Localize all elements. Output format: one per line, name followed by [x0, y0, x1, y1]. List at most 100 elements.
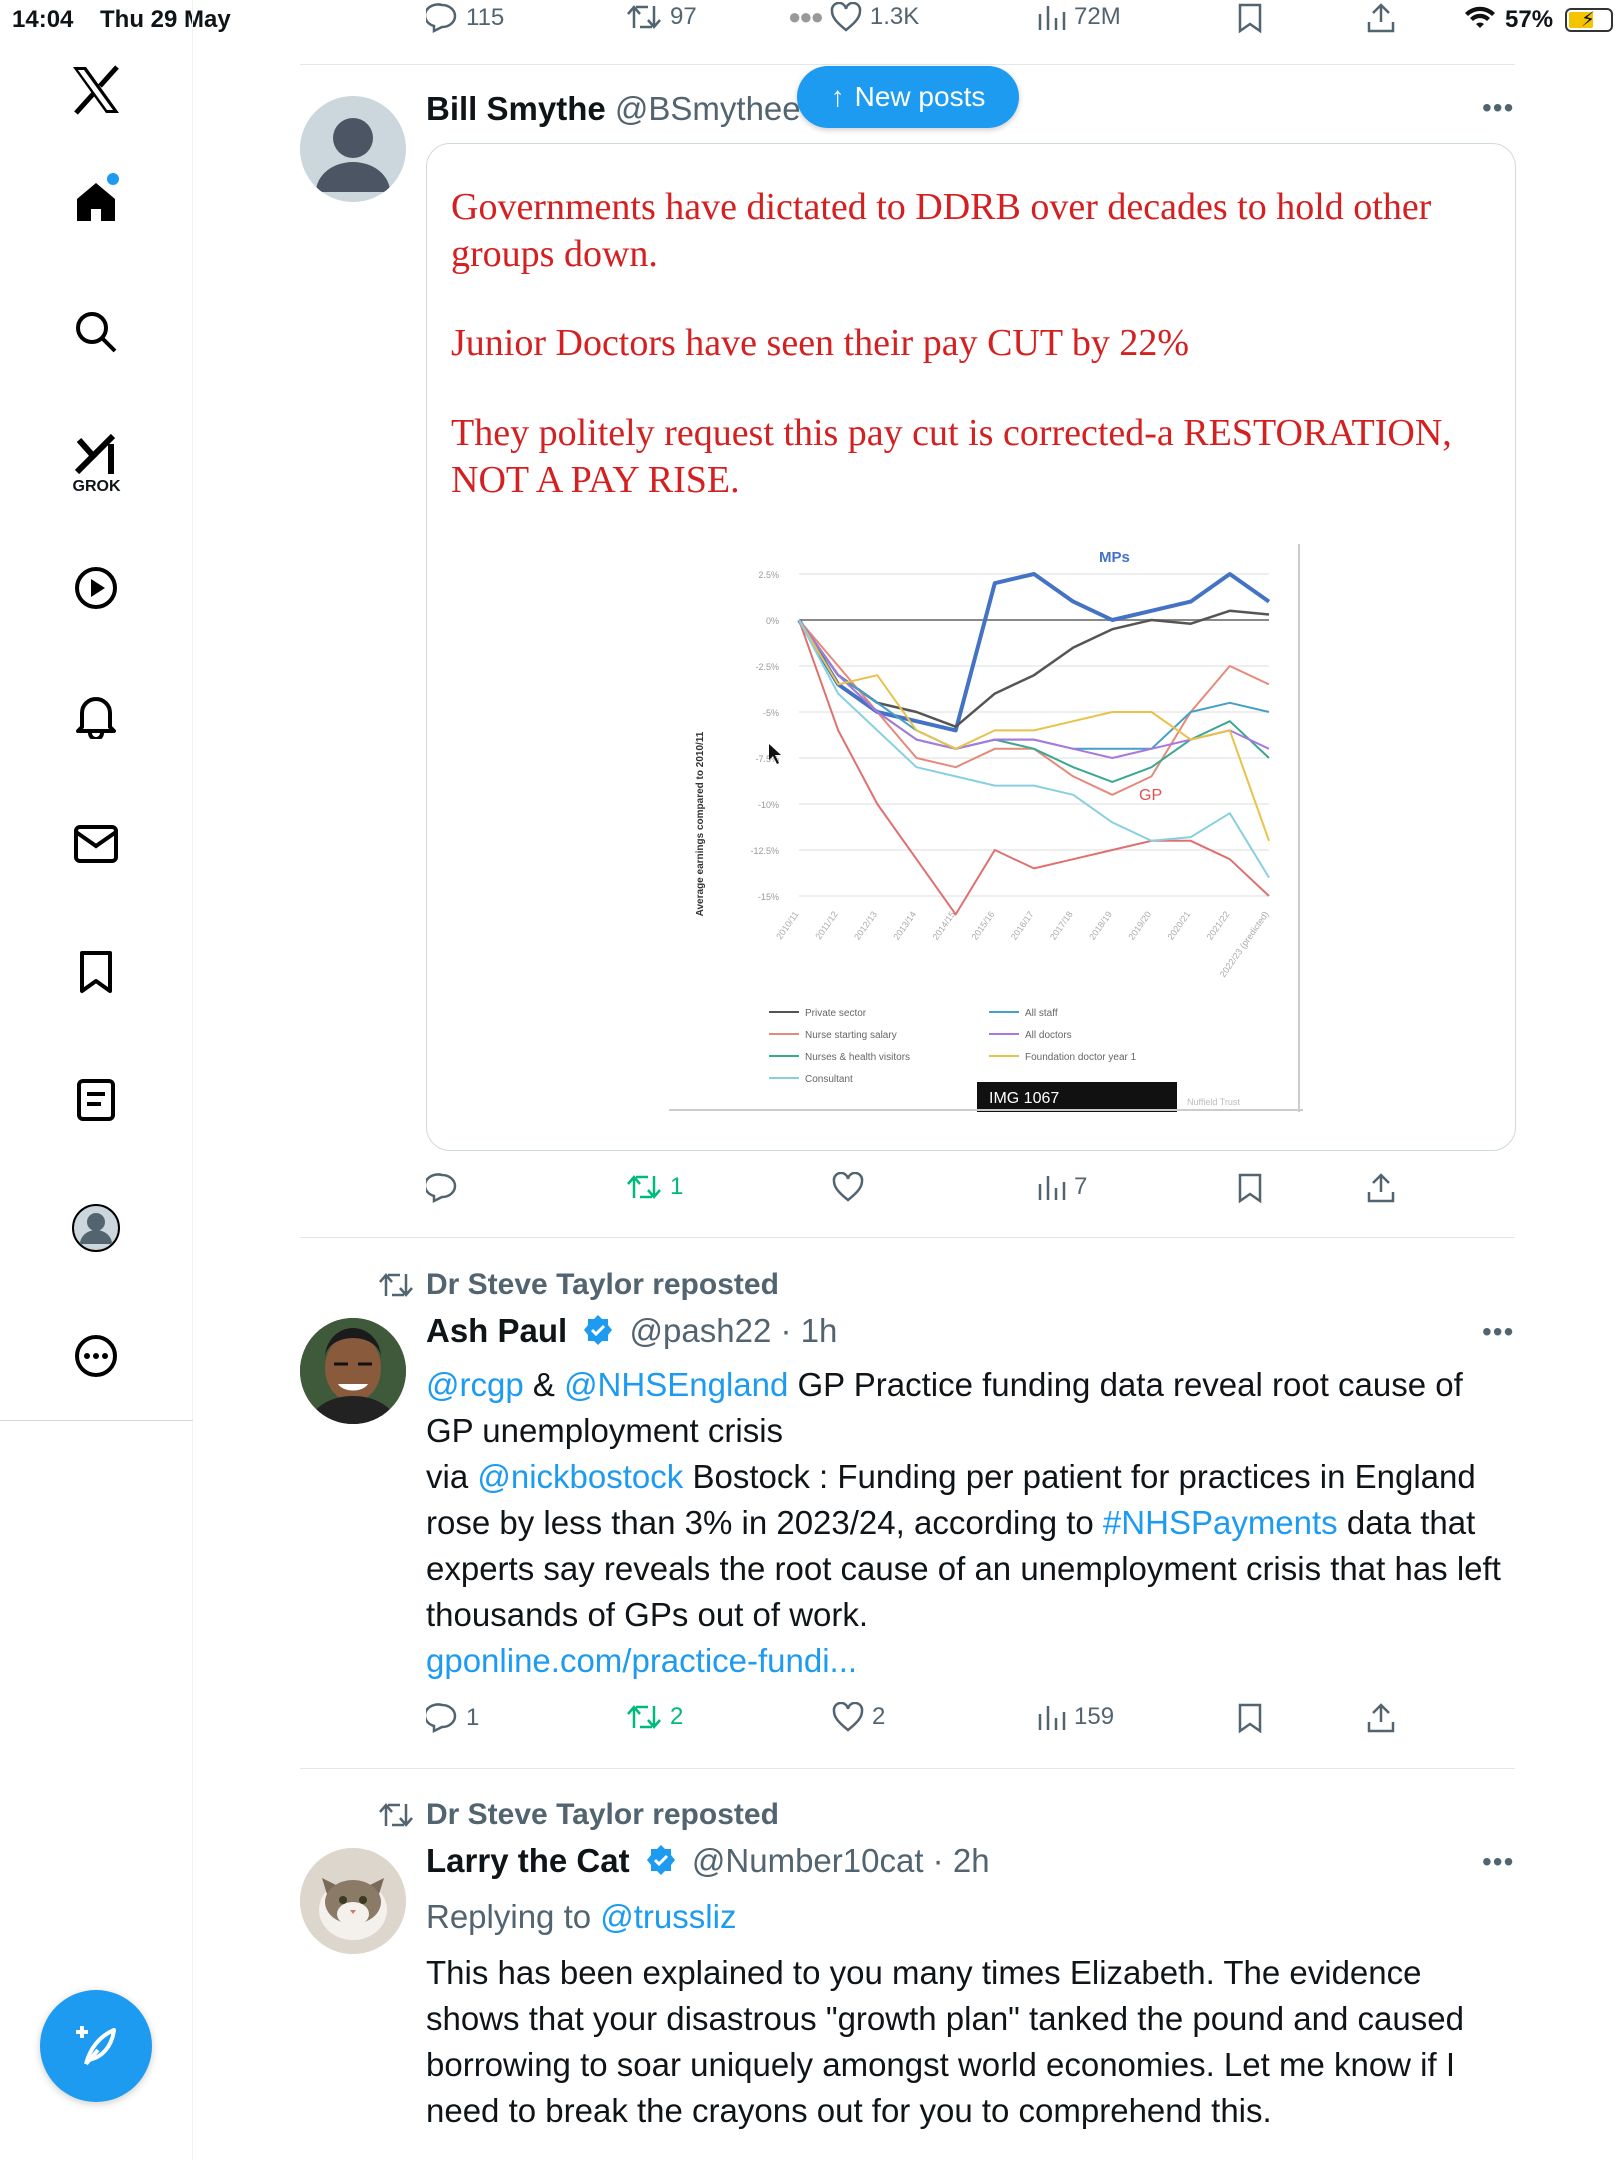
- reply-count: 1: [466, 1704, 480, 1731]
- more-options-button[interactable]: •••: [1482, 92, 1514, 124]
- reposted-by-label: Dr Steve Taylor reposted: [426, 1268, 779, 1301]
- share-upload-icon: [1367, 1173, 1395, 1203]
- reply-count: 115: [466, 4, 505, 31]
- x-logo-icon[interactable]: [66, 60, 126, 120]
- bookmarks-icon[interactable]: [66, 942, 126, 1002]
- like-button[interactable]: [832, 1172, 864, 1202]
- reply-button[interactable]: 115: [426, 2, 504, 34]
- url-link[interactable]: gponline.com/practice-fundi...: [426, 1642, 857, 1679]
- repost-indicator[interactable]: Dr Steve Taylor reposted: [378, 1268, 779, 1302]
- author-display-name[interactable]: Ash Paul: [426, 1312, 567, 1349]
- x-tick-label: 2021/22: [1205, 909, 1232, 941]
- like-count: 1.3K: [869, 3, 920, 30]
- image-text-line-2: Junior Doctors have seen their pay CUT b…: [451, 322, 1190, 364]
- x-tick-label: 2014/15: [930, 909, 957, 941]
- legend-label: Private sector: [805, 1008, 867, 1019]
- tweet-text: This has been explained to you many time…: [426, 1954, 1464, 2129]
- bookmark-button[interactable]: [1236, 1172, 1264, 1204]
- y-tick-label: -2.5%: [755, 662, 779, 672]
- wifi-icon: [1464, 4, 1496, 39]
- x-tick-label: 2013/14: [891, 909, 918, 941]
- share-upload-icon: [1367, 1703, 1395, 1733]
- share-button[interactable]: [1366, 1172, 1396, 1204]
- grok-icon[interactable]: [66, 424, 126, 484]
- more-options-button[interactable]: •••: [1482, 1846, 1514, 1878]
- reposted-by-label: Dr Steve Taylor reposted: [426, 1798, 779, 1831]
- image-text-line-3: They politely request this pay cut is co…: [451, 412, 1452, 501]
- compose-post-button[interactable]: [40, 1990, 152, 2102]
- repost-button[interactable]: 1: [626, 1172, 683, 1202]
- profile-avatar-icon[interactable]: [66, 1198, 126, 1258]
- series-line: [797, 572, 1271, 733]
- author-name[interactable]: Larry the Cat @Number10cat · 2h: [426, 1842, 990, 1882]
- new-posts-button[interactable]: ↑ New posts: [797, 66, 1019, 128]
- hashtag-link[interactable]: #NHSPayments: [1103, 1504, 1338, 1541]
- y-axis-label: Average earnings compared to 2010/11: [695, 731, 706, 916]
- author-display-name[interactable]: Bill Smythe: [426, 90, 606, 127]
- views-count: 7: [1074, 1173, 1088, 1200]
- repost-icon: [627, 5, 661, 29]
- video-icon[interactable]: [66, 558, 126, 618]
- arrow-up-icon: ↑: [830, 81, 845, 112]
- legend-label: Consultant: [805, 1074, 853, 1085]
- heart-icon: [832, 1172, 864, 1202]
- heart-icon: [830, 2, 862, 32]
- views-button[interactable]: 7: [1036, 1172, 1087, 1202]
- mention-link[interactable]: @nickbostock: [477, 1458, 683, 1495]
- reply-icon: [426, 1173, 457, 1204]
- repost-button[interactable]: 97: [626, 2, 697, 32]
- mention-link[interactable]: @trussliz: [600, 1898, 736, 1935]
- views-bar-icon: [1038, 1176, 1066, 1200]
- x-tick-label: 2011/12: [813, 909, 839, 941]
- like-button[interactable]: 2: [832, 1702, 885, 1732]
- author-handle[interactable]: @pash22: [630, 1312, 772, 1349]
- battery-icon: ⚡: [1565, 8, 1613, 32]
- verified-badge-icon: [584, 1315, 613, 1346]
- views-bar-icon: [1038, 6, 1066, 30]
- share-button[interactable]: [1366, 1702, 1396, 1734]
- author-name[interactable]: Bill Smythe @BSmythee: [426, 90, 801, 128]
- repost-indicator[interactable]: Dr Steve Taylor reposted: [378, 1798, 779, 1832]
- search-icon[interactable]: [66, 302, 126, 362]
- more-options-icon[interactable]: [66, 1326, 126, 1386]
- repost-icon: [627, 1175, 661, 1199]
- post-time[interactable]: 2h: [953, 1842, 990, 1879]
- lists-icon[interactable]: [66, 1070, 126, 1130]
- repost-button[interactable]: 2: [626, 1702, 683, 1732]
- author-name[interactable]: Ash Paul @pash22 · 1h: [426, 1312, 837, 1352]
- reply-button[interactable]: [426, 1172, 458, 1204]
- image-text-line-1: Governments have dictated to DDRB over d…: [451, 186, 1432, 275]
- messages-mail-icon[interactable]: [66, 814, 126, 874]
- like-button[interactable]: ●●● 1.3K: [788, 2, 919, 32]
- notifications-bell-icon[interactable]: [66, 686, 126, 746]
- author-display-name[interactable]: Larry the Cat: [426, 1842, 630, 1879]
- author-handle[interactable]: @BSmythee: [615, 90, 801, 127]
- mps-label: MPs: [1099, 549, 1130, 566]
- repost-icon: [379, 1273, 413, 1297]
- views-button[interactable]: 72M: [1036, 2, 1121, 32]
- views-bar-icon: [1038, 1706, 1066, 1730]
- more-options-button[interactable]: •••: [1482, 1316, 1514, 1348]
- share-upload-icon: [1367, 3, 1395, 33]
- x-tick-label: 2012/13: [852, 909, 879, 941]
- legend-label: All staff: [1025, 1008, 1058, 1019]
- repost-count: 2: [670, 1703, 684, 1730]
- avatar[interactable]: [300, 96, 406, 202]
- avatar[interactable]: [300, 1318, 406, 1424]
- mention-link[interactable]: @NHSEngland: [564, 1366, 788, 1403]
- bookmark-icon: [1238, 3, 1262, 34]
- bookmark-button[interactable]: [1236, 1702, 1264, 1734]
- reply-icon: [426, 1703, 457, 1734]
- author-handle[interactable]: @Number10cat: [692, 1842, 924, 1879]
- new-posts-label: New posts: [854, 81, 986, 112]
- share-button[interactable]: [1366, 2, 1396, 34]
- x-tick-label: 2017/18: [1048, 909, 1075, 941]
- views-button[interactable]: 159: [1036, 1702, 1114, 1732]
- bookmark-button[interactable]: [1236, 2, 1264, 34]
- mention-link[interactable]: @rcgp: [426, 1366, 524, 1403]
- tweet-image-card[interactable]: Governments have dictated to DDRB over d…: [426, 143, 1516, 1151]
- image-label: IMG 1067: [989, 1090, 1059, 1107]
- post-time[interactable]: 1h: [801, 1312, 838, 1349]
- avatar[interactable]: [300, 1848, 406, 1954]
- reply-button[interactable]: 1: [426, 1702, 479, 1734]
